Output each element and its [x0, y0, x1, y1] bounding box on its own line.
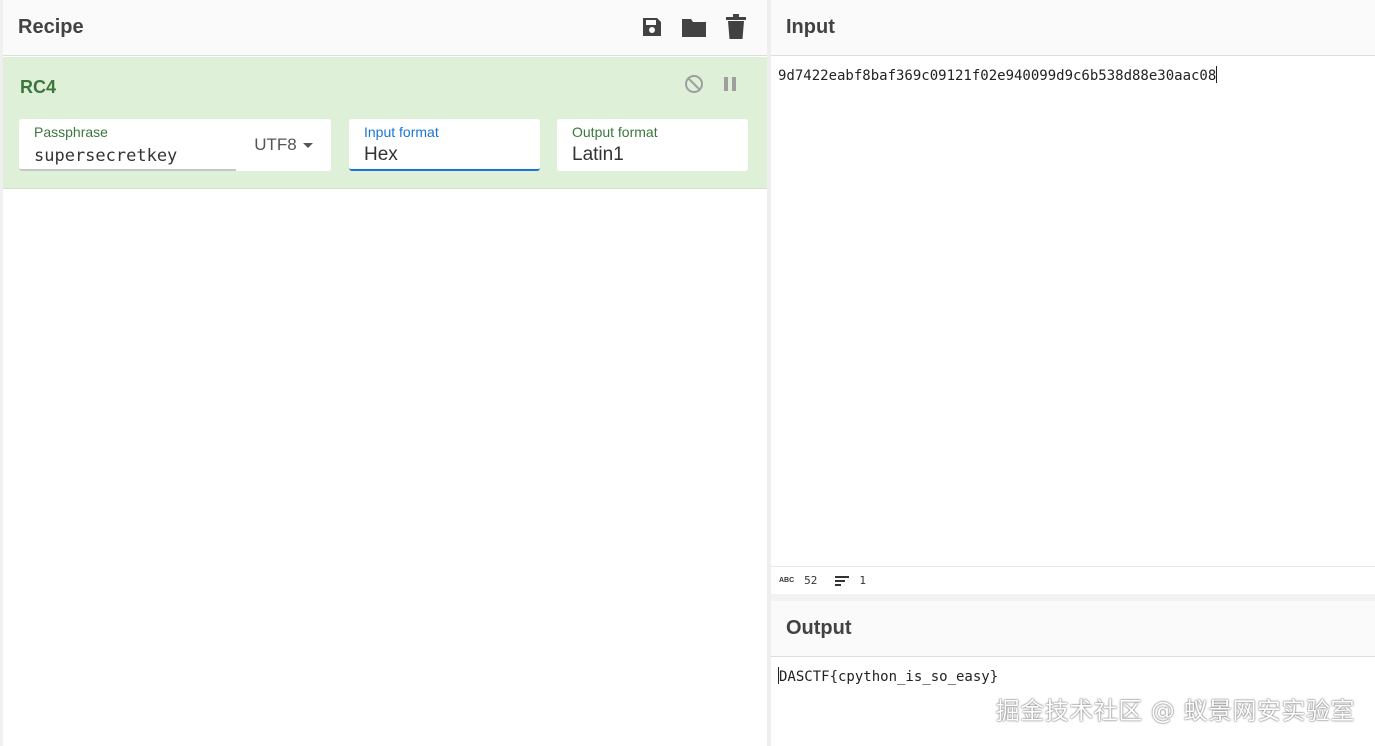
trash-icon[interactable] — [723, 13, 749, 41]
passphrase-label: Passphrase — [34, 124, 108, 140]
rc4-operation: RC4 Passphrase supersecretkey UTF8 Input… — [3, 57, 767, 189]
passphrase-encoding-value: UTF8 — [254, 135, 297, 154]
passphrase-encoding-dropdown[interactable]: UTF8 — [236, 119, 331, 171]
io-pane: Input 9d7422eabf8baf369c09121f02e940099d… — [771, 0, 1375, 746]
text-cursor — [1216, 66, 1218, 83]
input-length: 52 — [804, 574, 818, 587]
folder-icon[interactable] — [681, 13, 707, 41]
recipe-actions — [639, 13, 749, 41]
passphrase-input[interactable]: supersecretkey — [34, 146, 177, 166]
disable-icon[interactable] — [683, 73, 705, 95]
io-resize-handle[interactable] — [771, 594, 1375, 601]
output-format-field[interactable]: Output format Latin1 — [557, 119, 748, 171]
input-format-label: Input format — [364, 124, 439, 140]
output-text: DASCTF{cpython_is_so_easy} — [779, 669, 999, 685]
input-format-field[interactable]: Input format Hex — [349, 119, 540, 171]
input-textarea[interactable]: 9d7422eabf8baf369c09121f02e940099d9c6b53… — [778, 66, 1218, 84]
input-status-bar: ABC 52 1 — [771, 566, 1375, 594]
input-title: Input — [786, 16, 835, 38]
output-format-label: Output format — [572, 124, 658, 140]
passphrase-field[interactable]: Passphrase supersecretkey — [19, 119, 236, 171]
length-stat: ABC 52 — [779, 574, 817, 587]
output-title: Output — [786, 617, 852, 639]
watermark: 掘金技术社区 @ 蚁景网安实验室 — [995, 697, 1355, 725]
input-text: 9d7422eabf8baf369c09121f02e940099d9c6b53… — [778, 68, 1217, 84]
input-format-value[interactable]: Hex — [364, 144, 398, 166]
save-icon[interactable] — [639, 13, 665, 41]
operation-title: RC4 — [20, 77, 57, 97]
output-format-value[interactable]: Latin1 — [572, 144, 624, 166]
operation-controls — [683, 73, 741, 95]
recipe-title: Recipe — [18, 16, 84, 38]
lines-icon — [835, 575, 850, 586]
input-lines: 1 — [859, 574, 867, 587]
output-textarea[interactable]: DASCTF{cpython_is_so_easy} — [778, 667, 998, 685]
lines-stat: 1 — [835, 574, 866, 587]
chevron-down-icon — [302, 142, 313, 148]
recipe-pane: Recipe RC4 Passphrase supersecretkey UTF… — [0, 0, 767, 746]
pause-icon[interactable] — [719, 73, 741, 95]
output-header: Output — [771, 601, 1375, 657]
abc-icon: ABC — [779, 577, 795, 584]
input-header: Input — [771, 0, 1375, 56]
